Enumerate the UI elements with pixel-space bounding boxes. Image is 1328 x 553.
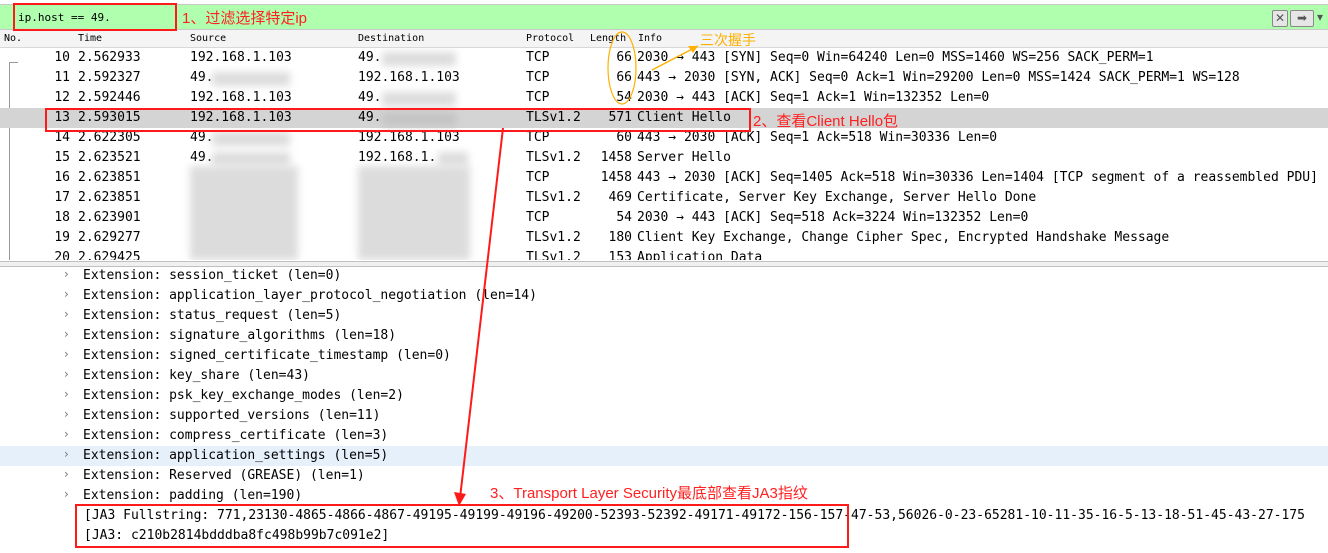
detail-row[interactable]: › Extension: signed_certificate_timestamp… xyxy=(0,346,1328,366)
chevron-right-icon[interactable]: › xyxy=(64,347,69,361)
detail-row[interactable]: › Extension: application_layer_protocol_n… xyxy=(0,286,1328,306)
annotation-step3: 3、Transport Layer Security最底部查看JA3指纹 xyxy=(490,485,808,502)
chevron-right-icon[interactable]: › xyxy=(64,467,69,481)
detail-row[interactable]: › Extension: supported_versions (len=11) xyxy=(0,406,1328,426)
chevron-right-icon[interactable]: › xyxy=(64,367,69,381)
chevron-down-icon: ▾ xyxy=(1316,10,1324,24)
detail-row[interactable]: › Extension: psk_key_exchange_modes (len=… xyxy=(0,386,1328,406)
detail-row[interactable]: › Extension: session_ticket (len=0) xyxy=(0,266,1328,286)
handshake-annotation-marks xyxy=(607,31,699,105)
col-time[interactable]: Time xyxy=(78,33,102,44)
chevron-right-icon[interactable]: › xyxy=(64,267,69,281)
detail-row-hover[interactable]: › Extension: application_settings (len=5) xyxy=(0,446,1328,466)
col-destination[interactable]: Destination xyxy=(358,33,424,44)
highlight-ja3-box xyxy=(75,504,849,548)
redacted-ip xyxy=(212,132,290,146)
col-no[interactable]: No. xyxy=(4,33,22,44)
chevron-right-icon[interactable]: › xyxy=(64,327,69,341)
detail-row[interactable]: › Extension: compress_certificate (len=3) xyxy=(0,426,1328,446)
redacted-ip xyxy=(382,52,456,66)
detail-row[interactable]: › Extension: status_request (len=5) xyxy=(0,306,1328,326)
redacted-source-block xyxy=(190,166,298,260)
detail-row[interactable]: › Extension: signature_algorithms (len=18… xyxy=(0,326,1328,346)
clear-filter-button[interactable]: ✕ xyxy=(1272,10,1288,27)
chevron-right-icon[interactable]: › xyxy=(64,427,69,441)
annotation-arrow xyxy=(454,127,504,506)
apply-filter-button[interactable]: ➡ xyxy=(1290,10,1314,27)
chevron-right-icon[interactable]: › xyxy=(64,307,69,321)
redacted-ip xyxy=(212,152,290,166)
chevron-right-icon[interactable]: › xyxy=(64,447,69,461)
annotation-step2: 2、查看Client Hello包 xyxy=(753,113,899,130)
redacted-ip xyxy=(382,92,456,106)
chevron-right-icon[interactable]: › xyxy=(64,407,69,421)
redacted-ip xyxy=(212,72,290,86)
chevron-right-icon[interactable]: › xyxy=(64,287,69,301)
annotation-step1: 1、过滤选择特定ip xyxy=(182,10,308,27)
highlight-filter-box xyxy=(13,3,177,31)
col-protocol[interactable]: Protocol xyxy=(526,33,574,44)
chevron-right-icon[interactable]: › xyxy=(64,387,69,401)
arrow-right-icon: ➡ xyxy=(1296,11,1308,25)
x-icon: ✕ xyxy=(1274,11,1286,25)
col-source[interactable]: Source xyxy=(190,33,226,44)
chevron-right-icon[interactable]: › xyxy=(64,487,69,501)
filter-dropdown-button[interactable]: ▾ xyxy=(1315,10,1325,25)
detail-row[interactable]: › Extension: key_share (len=43) xyxy=(0,366,1328,386)
highlight-client-hello-row xyxy=(45,108,751,132)
packet-row[interactable]: 15 2.623521 49. 192.168.1. TLSv1.2 1458 … xyxy=(0,148,1328,168)
